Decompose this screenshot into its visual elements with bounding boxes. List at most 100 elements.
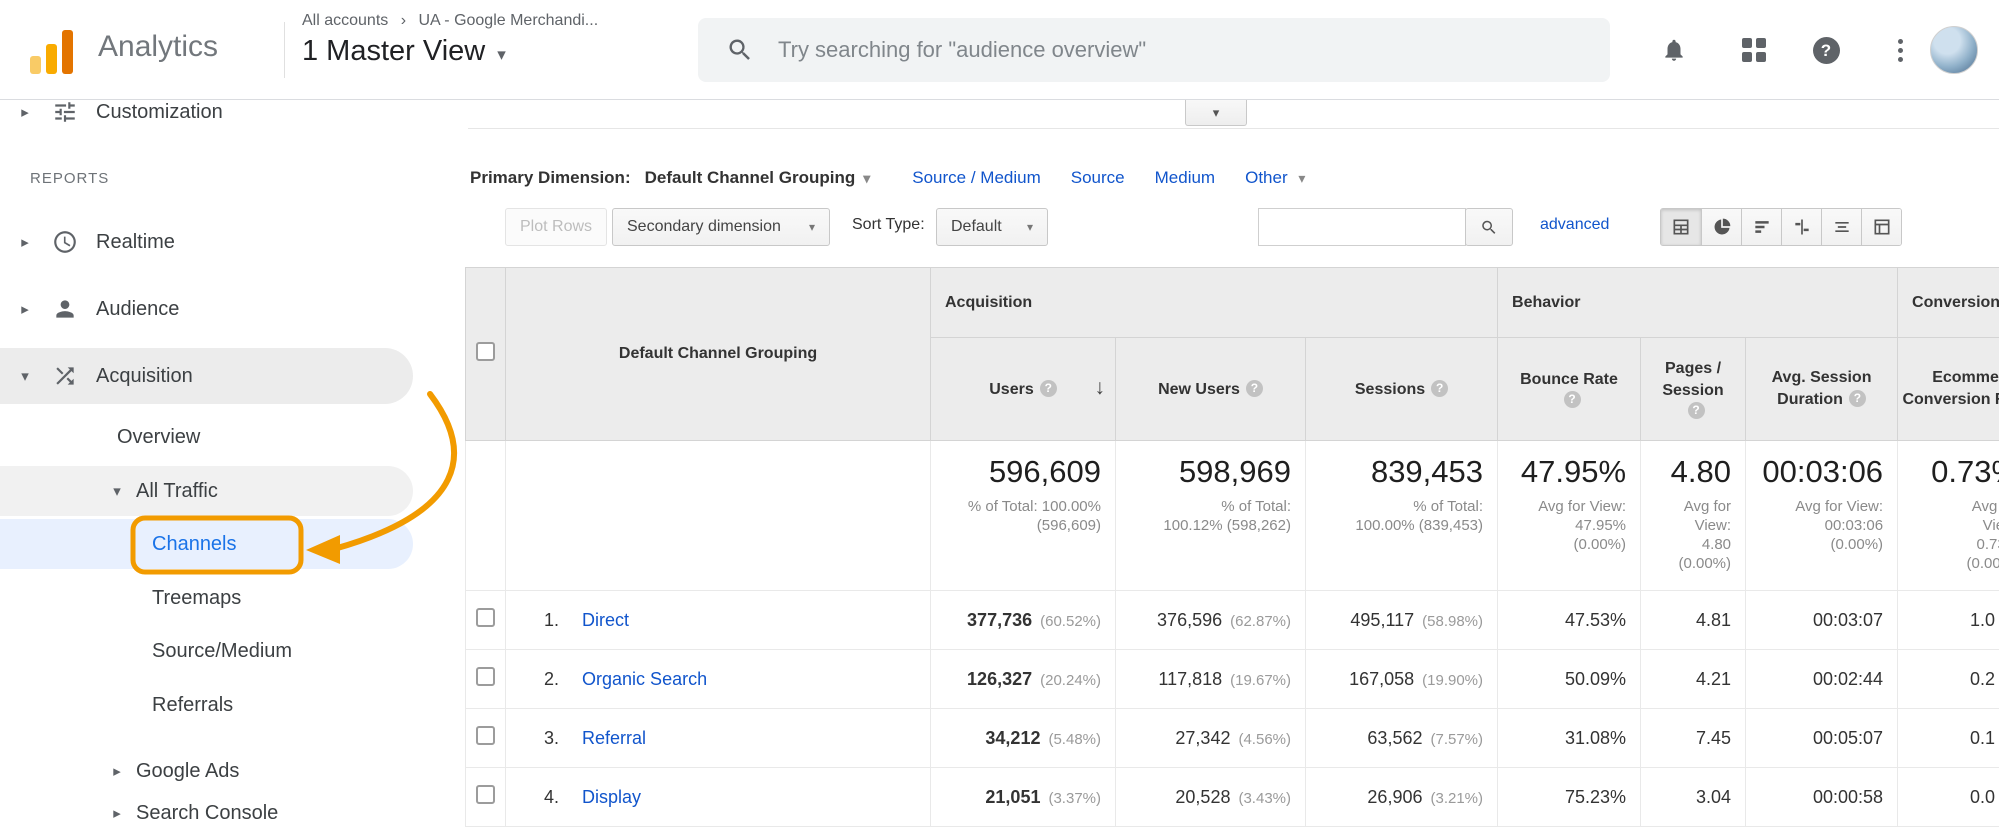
total-value: 4.80 (1641, 454, 1731, 490)
comparison-view-icon[interactable] (1781, 209, 1821, 245)
column-header-dimension[interactable]: Default Channel Grouping (506, 268, 931, 441)
row-checkbox[interactable] (476, 667, 495, 686)
dimension-other-link[interactable]: Other (1245, 168, 1305, 188)
sidebar-item-label: Treemaps (152, 587, 241, 610)
totals-users: 596,609 % of Total: 100.00% (596,609) (931, 441, 1116, 591)
row-checkbox-cell (466, 591, 506, 650)
metric-value: 34,212 (985, 728, 1040, 748)
sidebar-item-channels[interactable]: Channels (0, 519, 413, 569)
sidebar-item-realtime[interactable]: Realtime (0, 217, 440, 267)
channel-cell: 1. Direct (506, 591, 931, 650)
chevron-down-icon (1298, 170, 1305, 186)
more-options-kebab-icon[interactable] (1886, 36, 1914, 64)
channel-link[interactable]: Direct (582, 610, 629, 630)
advanced-search-link[interactable]: advanced (1540, 216, 1609, 234)
total-subtext: Avg for View: 4.80 (0.00%) (1641, 497, 1731, 573)
help-icon[interactable] (1688, 402, 1705, 419)
help-icon[interactable] (1431, 380, 1448, 397)
row-index: 2. (544, 669, 559, 689)
dimension-default-channel-grouping[interactable]: Default Channel Grouping (645, 168, 871, 188)
column-header-avg-session-duration[interactable]: Avg. Session Duration (1746, 338, 1898, 441)
channel-link[interactable]: Organic Search (582, 669, 707, 689)
sidebar-item-audience[interactable]: Audience (0, 284, 440, 334)
dimension-medium-link[interactable]: Medium (1155, 168, 1215, 188)
performance-bars-view-icon[interactable] (1741, 209, 1781, 245)
metric-percent: (58.98%) (1422, 613, 1483, 630)
user-avatar[interactable] (1930, 26, 1978, 74)
select-all-checkbox[interactable] (476, 342, 495, 361)
metric-value: 126,327 (967, 669, 1032, 689)
column-header-users[interactable]: Users (931, 338, 1116, 441)
search-icon (726, 36, 754, 64)
sidebar-item-referrals[interactable]: Referrals (0, 680, 440, 730)
total-subtext: % of Total: 100.00% (596,609) (931, 497, 1101, 535)
sidebar-item-source-medium[interactable]: Source/Medium (0, 626, 440, 676)
sidebar-item-label: Audience (96, 298, 179, 321)
total-subtext: Avg for View: 47.95% (0.00%) (1498, 497, 1626, 554)
totals-row: 596,609 % of Total: 100.00% (596,609) 59… (466, 441, 1999, 591)
metric-value: 167,058 (1349, 669, 1414, 689)
metric-value: 63,562 (1367, 728, 1422, 748)
table-row-direct: 1. Direct 377,736(60.52%) 376,596(62.87%… (466, 591, 1999, 650)
row-checkbox[interactable] (476, 608, 495, 627)
table-search-button[interactable] (1465, 208, 1513, 246)
sidebar-item-all-traffic[interactable]: All Traffic (0, 466, 413, 516)
channel-link[interactable]: Display (582, 787, 641, 807)
help-icon[interactable]: ? (1812, 36, 1840, 64)
dimension-source-link[interactable]: Source (1071, 168, 1125, 188)
bounce-rate-cell: 31.08% (1498, 709, 1641, 768)
column-label: Users (989, 381, 1033, 398)
sidebar-item-search-console[interactable]: Search Console (0, 788, 440, 830)
breadcrumb-property[interactable]: UA - Google Merchandi... (419, 12, 599, 29)
sort-type-button[interactable]: Default (936, 208, 1048, 246)
channel-cell: 2. Organic Search (506, 650, 931, 709)
column-header-ecommerce-conversion-rate[interactable]: Ecommerce Conversion Rate (1898, 338, 1999, 441)
totals-sessions: 839,453 % of Total: 100.00% (839,453) (1306, 441, 1498, 591)
apps-grid-icon[interactable] (1740, 36, 1768, 64)
channel-link[interactable]: Referral (582, 728, 646, 748)
sidebar-item-treemaps[interactable]: Treemaps (0, 573, 440, 623)
secondary-dimension-button[interactable]: Secondary dimension (612, 208, 830, 246)
sidebar-item-label: Google Ads (136, 760, 239, 783)
sidebar-item-overview[interactable]: Overview (0, 412, 440, 462)
help-icon[interactable] (1564, 391, 1581, 408)
sort-descending-icon[interactable] (1095, 376, 1106, 400)
data-table-view-icon[interactable] (1661, 209, 1701, 245)
metric-value: 27,342 (1175, 728, 1230, 748)
row-checkbox[interactable] (476, 726, 495, 745)
column-header-sessions[interactable]: Sessions (1306, 338, 1498, 441)
app-header: Analytics All accounts › UA - Google Mer… (0, 0, 1999, 100)
total-subtext: Avg for View: 00:03:06 (0.00%) (1746, 497, 1883, 554)
breadcrumb-all-accounts[interactable]: All accounts (302, 12, 388, 29)
help-icon[interactable] (1849, 390, 1866, 407)
chevron-right-icon (16, 235, 34, 250)
users-cell: 34,212(5.48%) (931, 709, 1116, 768)
plot-rows-button[interactable]: Plot Rows (505, 208, 607, 246)
percentage-pie-view-icon[interactable] (1701, 209, 1741, 245)
column-header-pages-session[interactable]: Pages / Session (1641, 338, 1746, 441)
channel-cell: 4. Display (506, 768, 931, 827)
clipped-dropdown-button[interactable] (1185, 100, 1247, 126)
dimension-source-medium-link[interactable]: Source / Medium (912, 168, 1041, 188)
table-search-input[interactable] (1258, 208, 1466, 246)
avg-duration-cell: 00:03:07 (1746, 591, 1898, 650)
pivot-view-icon[interactable] (1861, 209, 1901, 245)
column-header-bounce-rate[interactable]: Bounce Rate (1498, 338, 1641, 441)
help-icon[interactable] (1246, 380, 1263, 397)
sidebar-item-acquisition[interactable]: Acquisition (0, 348, 413, 404)
column-header-new-users[interactable]: New Users (1116, 338, 1306, 441)
table-row-display: 4. Display 21,051(3.37%) 20,528(3.43%) 2… (466, 768, 1999, 827)
global-search-input[interactable] (778, 37, 1586, 63)
new-users-cell: 27,342(4.56%) (1116, 709, 1306, 768)
sidebar-item-label: Customization (96, 101, 223, 124)
bounce-rate-cell: 50.09% (1498, 650, 1641, 709)
view-selector[interactable]: 1 Master View (302, 35, 598, 68)
notifications-bell-icon[interactable] (1660, 36, 1688, 64)
row-checkbox[interactable] (476, 785, 495, 804)
metric-percent: (3.37%) (1048, 790, 1101, 807)
metric-percent: (3.43%) (1238, 790, 1291, 807)
term-cloud-view-icon[interactable] (1821, 209, 1861, 245)
ecommerce-rate-cell: 1.0 (1898, 591, 1999, 650)
help-icon[interactable] (1040, 380, 1057, 397)
analytics-logo-icon[interactable] (30, 26, 80, 74)
